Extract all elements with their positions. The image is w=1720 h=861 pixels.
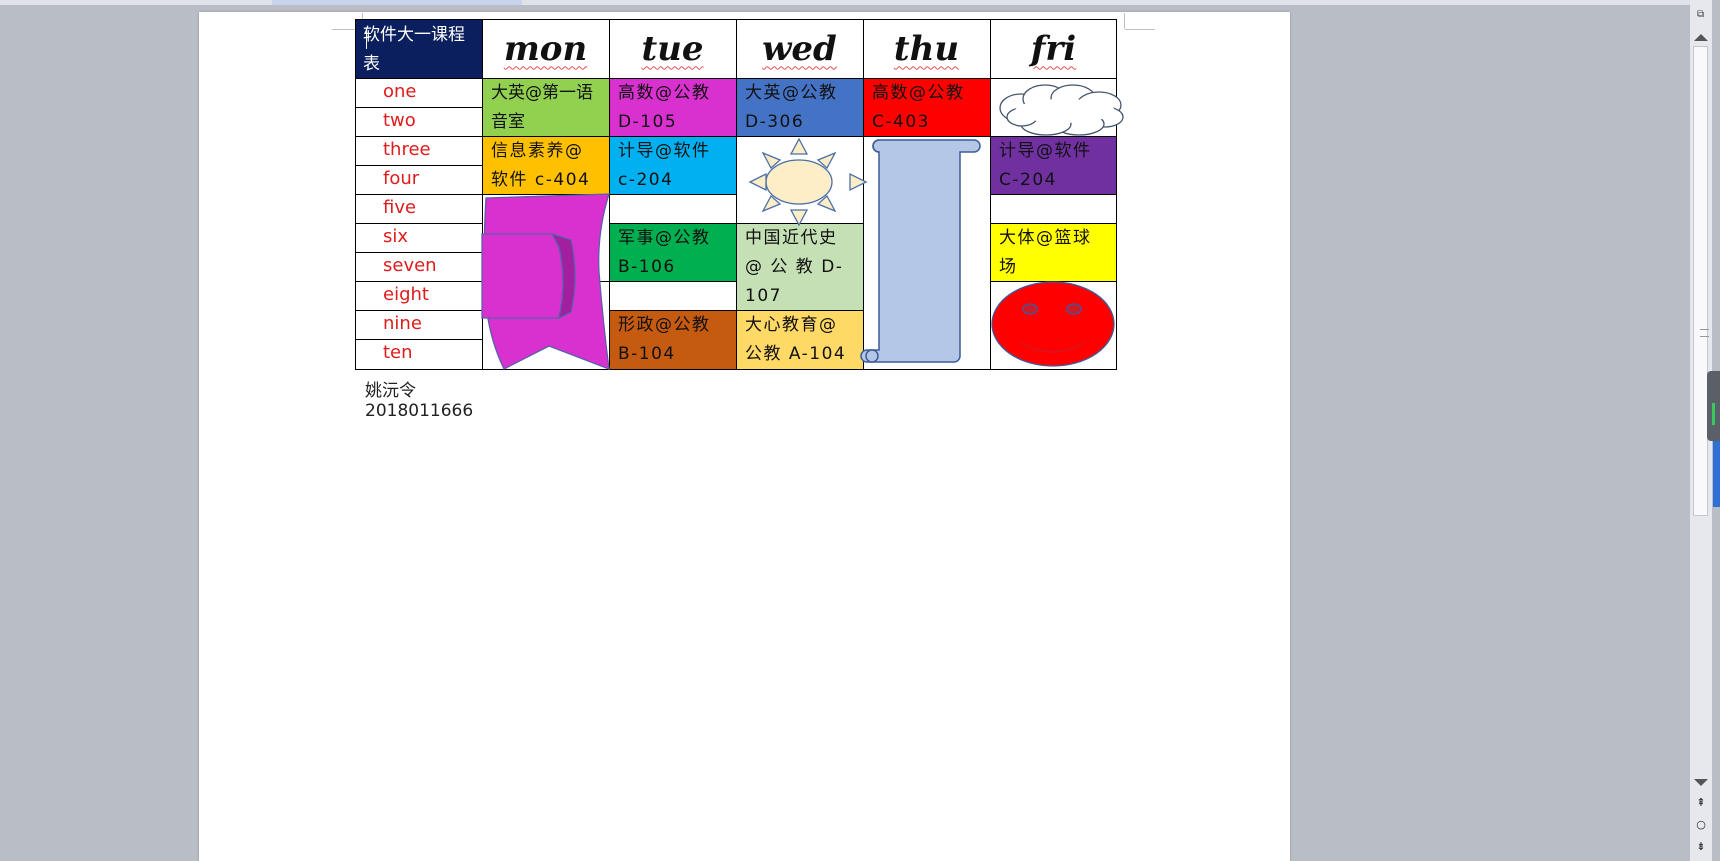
double-wave-banner-shape bbox=[481, 193, 610, 370]
previous-page-icon[interactable]: ⇞ bbox=[1695, 796, 1707, 809]
ruler-selection bbox=[272, 0, 522, 5]
ruler-strip bbox=[0, 0, 1690, 5]
scroll-shape bbox=[860, 139, 981, 363]
restore-window-icon[interactable]: ⧉ bbox=[1697, 9, 1704, 20]
document-page[interactable]: 软件大一课程表 mon tue wed thu fri one two thre… bbox=[199, 12, 1290, 861]
cloud-shape bbox=[999, 84, 1124, 136]
select-browse-object-icon[interactable]: ○ bbox=[1695, 818, 1707, 831]
scroll-down-arrow[interactable] bbox=[1694, 779, 1708, 786]
table-grid-and-shapes bbox=[355, 19, 1124, 370]
level-indicator bbox=[1712, 403, 1715, 425]
scroll-grip-icon bbox=[1700, 329, 1709, 337]
sun-shape bbox=[748, 137, 868, 227]
smiley-face-shape bbox=[991, 281, 1115, 367]
side-panel-toggle[interactable] bbox=[1713, 441, 1720, 507]
side-panel-tab[interactable] bbox=[1707, 371, 1720, 441]
scroll-thumb[interactable] bbox=[1693, 46, 1709, 516]
next-page-icon[interactable]: ⇟ bbox=[1695, 840, 1707, 853]
author-signature[interactable]: 姚沅令 2018011666 bbox=[365, 376, 473, 421]
scroll-up-arrow[interactable] bbox=[1694, 34, 1708, 41]
